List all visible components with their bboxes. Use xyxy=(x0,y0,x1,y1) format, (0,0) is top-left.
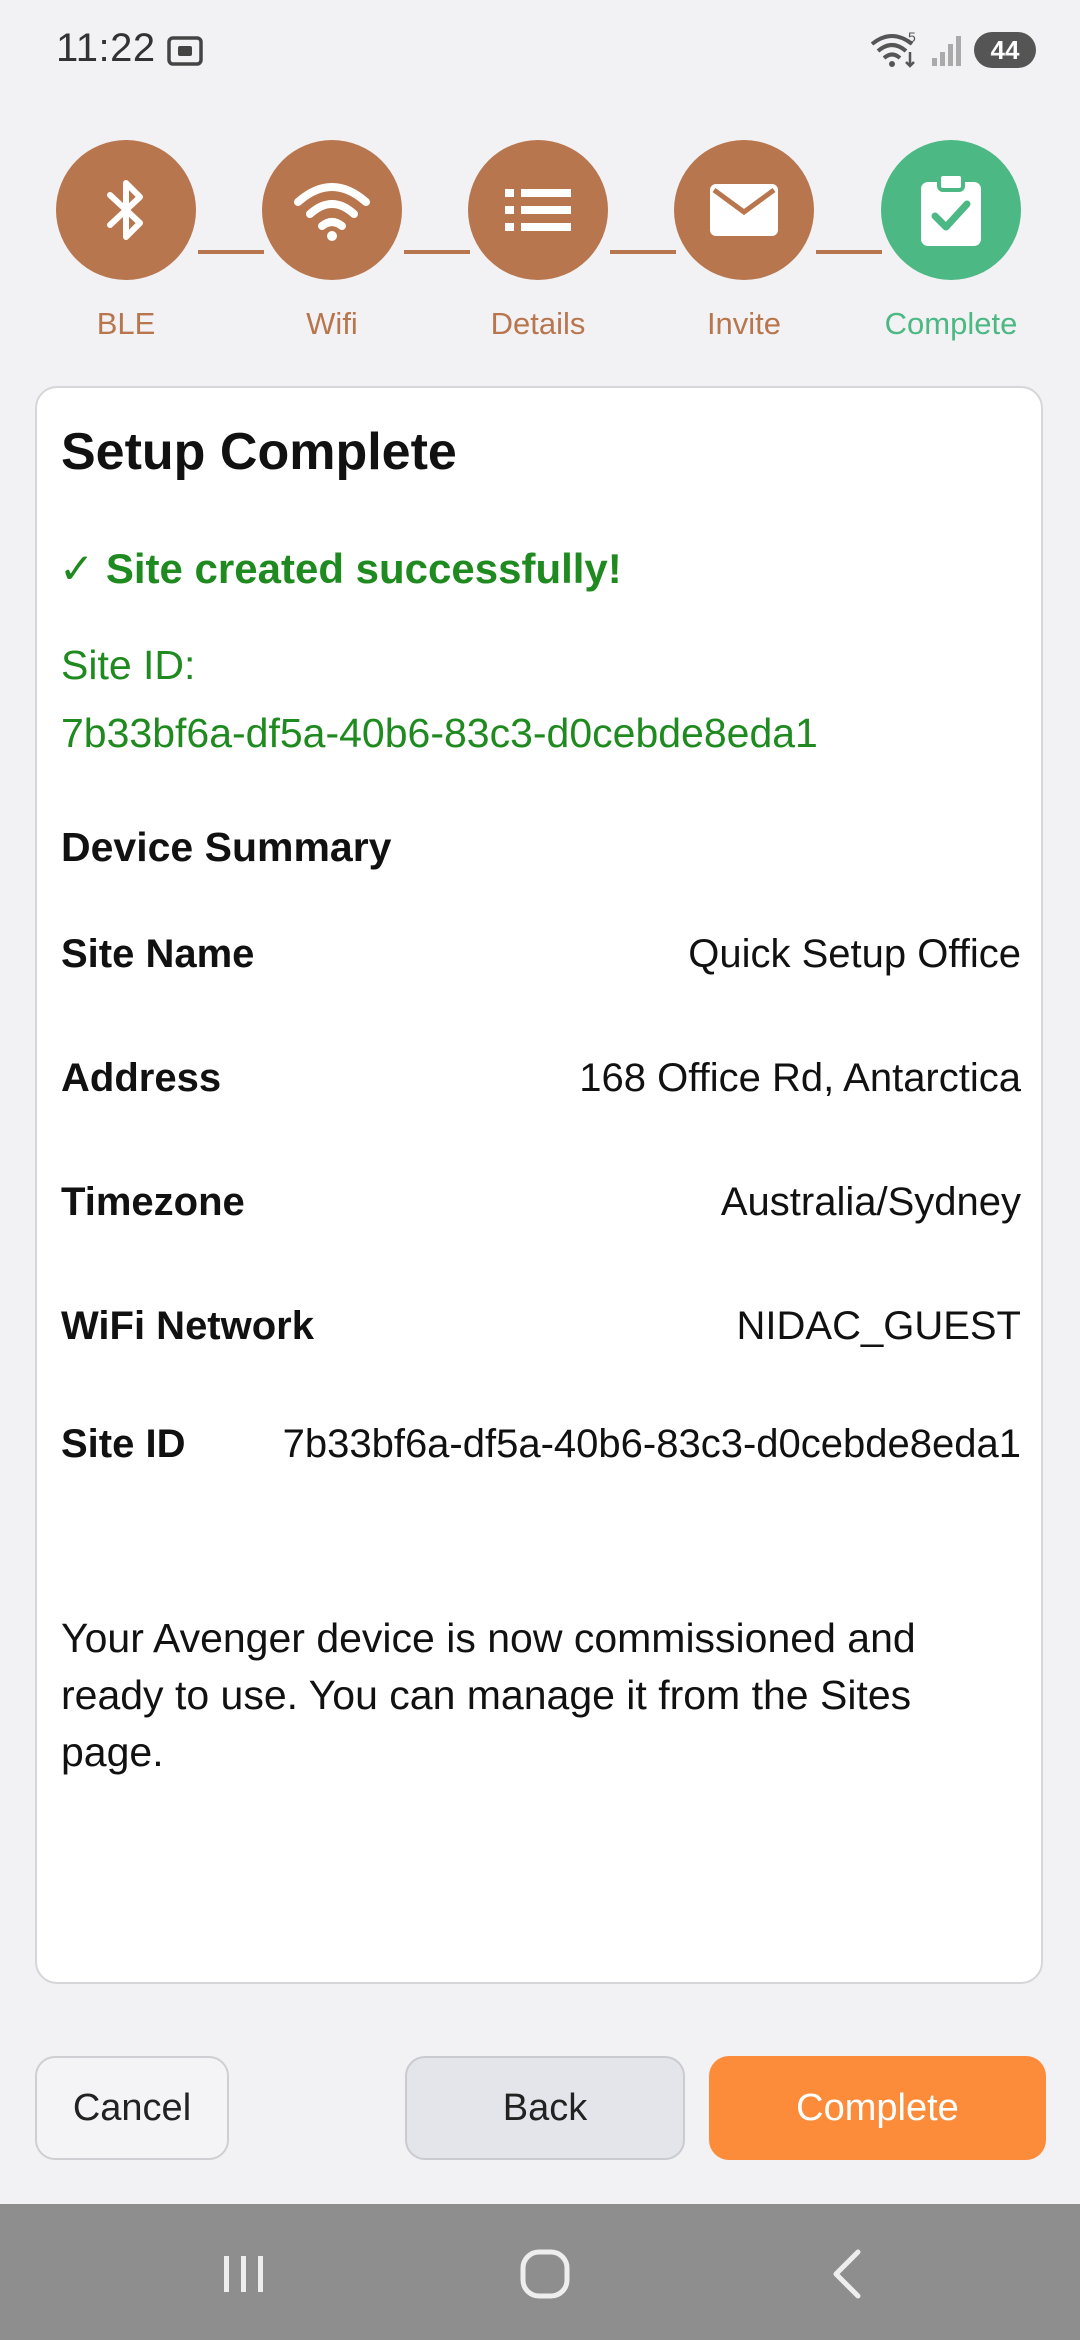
status-time: 11:22 xyxy=(56,26,156,70)
summary-heading: Device Summary xyxy=(61,824,392,870)
commission-note: Your Avenger device is now commissioned … xyxy=(61,1615,916,1775)
step-ble-label: BLE xyxy=(96,306,156,341)
site-id-label: Site ID: xyxy=(61,642,196,688)
site-id-value: 7b33bf6a-df5a-40b6-83c3-d0cebde8eda1 xyxy=(61,710,818,756)
setup-complete-card: Setup Complete ✓ Site created successful… xyxy=(35,386,1043,1984)
summary-key: WiFi Network xyxy=(61,1304,314,1348)
summary-value: 168 Office Rd, Antarctica xyxy=(579,1056,1021,1100)
back-nav-icon[interactable] xyxy=(818,2244,878,2304)
home-icon[interactable] xyxy=(515,2244,575,2304)
summary-key: Site Name xyxy=(61,932,255,976)
step-invite-label: Invite xyxy=(706,306,782,341)
step-wifi-circle xyxy=(262,140,402,280)
step-wifi[interactable]: Wifi xyxy=(252,140,412,342)
summary-value: 7b33bf6a-df5a-40b6-83c3-d0cebde8eda1 xyxy=(282,1422,1021,1466)
success-message: ✓ Site created successfully! xyxy=(59,545,622,592)
complete-button[interactable]: Complete xyxy=(709,2056,1046,2160)
list-icon xyxy=(505,189,571,231)
envelope-icon xyxy=(710,184,778,236)
step-ble[interactable]: BLE xyxy=(46,140,206,342)
setup-stepper: BLE Wifi Details Invite Complete xyxy=(0,140,1080,360)
step-complete[interactable]: Complete xyxy=(871,140,1031,342)
clipboard-check-icon xyxy=(921,172,981,246)
step-complete-circle xyxy=(881,140,1021,280)
wifi-status-icon: 5 xyxy=(870,30,916,68)
summary-row-timezone: Timezone Australia/Sydney xyxy=(61,1180,1021,1225)
screenshot-icon xyxy=(167,36,203,66)
summary-key: Timezone xyxy=(61,1180,245,1224)
step-complete-label: Complete xyxy=(884,306,1018,341)
battery-indicator: 44 xyxy=(974,32,1036,68)
back-button[interactable]: Back xyxy=(405,2056,685,2160)
summary-value: Quick Setup Office xyxy=(688,932,1021,976)
step-wifi-label: Wifi xyxy=(306,306,358,341)
step-invite[interactable]: Invite xyxy=(664,140,824,342)
summary-row-wifi: WiFi Network NIDAC_GUEST xyxy=(61,1304,1021,1349)
cancel-button[interactable]: Cancel xyxy=(35,2056,229,2160)
wifi-badge: 5 xyxy=(908,30,916,45)
recent-apps-icon[interactable] xyxy=(214,2244,274,2304)
step-details-label: Details xyxy=(490,306,586,341)
wifi-icon xyxy=(294,183,370,241)
summary-value: Australia/Sydney xyxy=(720,1180,1021,1224)
step-invite-circle xyxy=(674,140,814,280)
bluetooth-icon xyxy=(107,180,143,240)
summary-row-site-id: Site ID 7b33bf6a-df5a-40b6-83c3-d0cebde8… xyxy=(61,1410,1021,1478)
summary-row-site-name: Site Name Quick Setup Office xyxy=(61,932,1021,977)
step-ble-circle xyxy=(56,140,196,280)
status-bar: 11:22 5 44 xyxy=(0,0,1080,100)
step-details-circle xyxy=(468,140,608,280)
signal-icon xyxy=(932,36,961,66)
summary-key: Site ID xyxy=(61,1422,186,1466)
system-nav-bar xyxy=(0,2204,1080,2340)
card-title: Setup Complete xyxy=(61,423,457,481)
summary-key: Address xyxy=(61,1056,222,1100)
step-details[interactable]: Details xyxy=(458,140,618,342)
summary-value: NIDAC_GUEST xyxy=(736,1304,1022,1348)
summary-row-address: Address 168 Office Rd, Antarctica xyxy=(61,1056,1021,1101)
